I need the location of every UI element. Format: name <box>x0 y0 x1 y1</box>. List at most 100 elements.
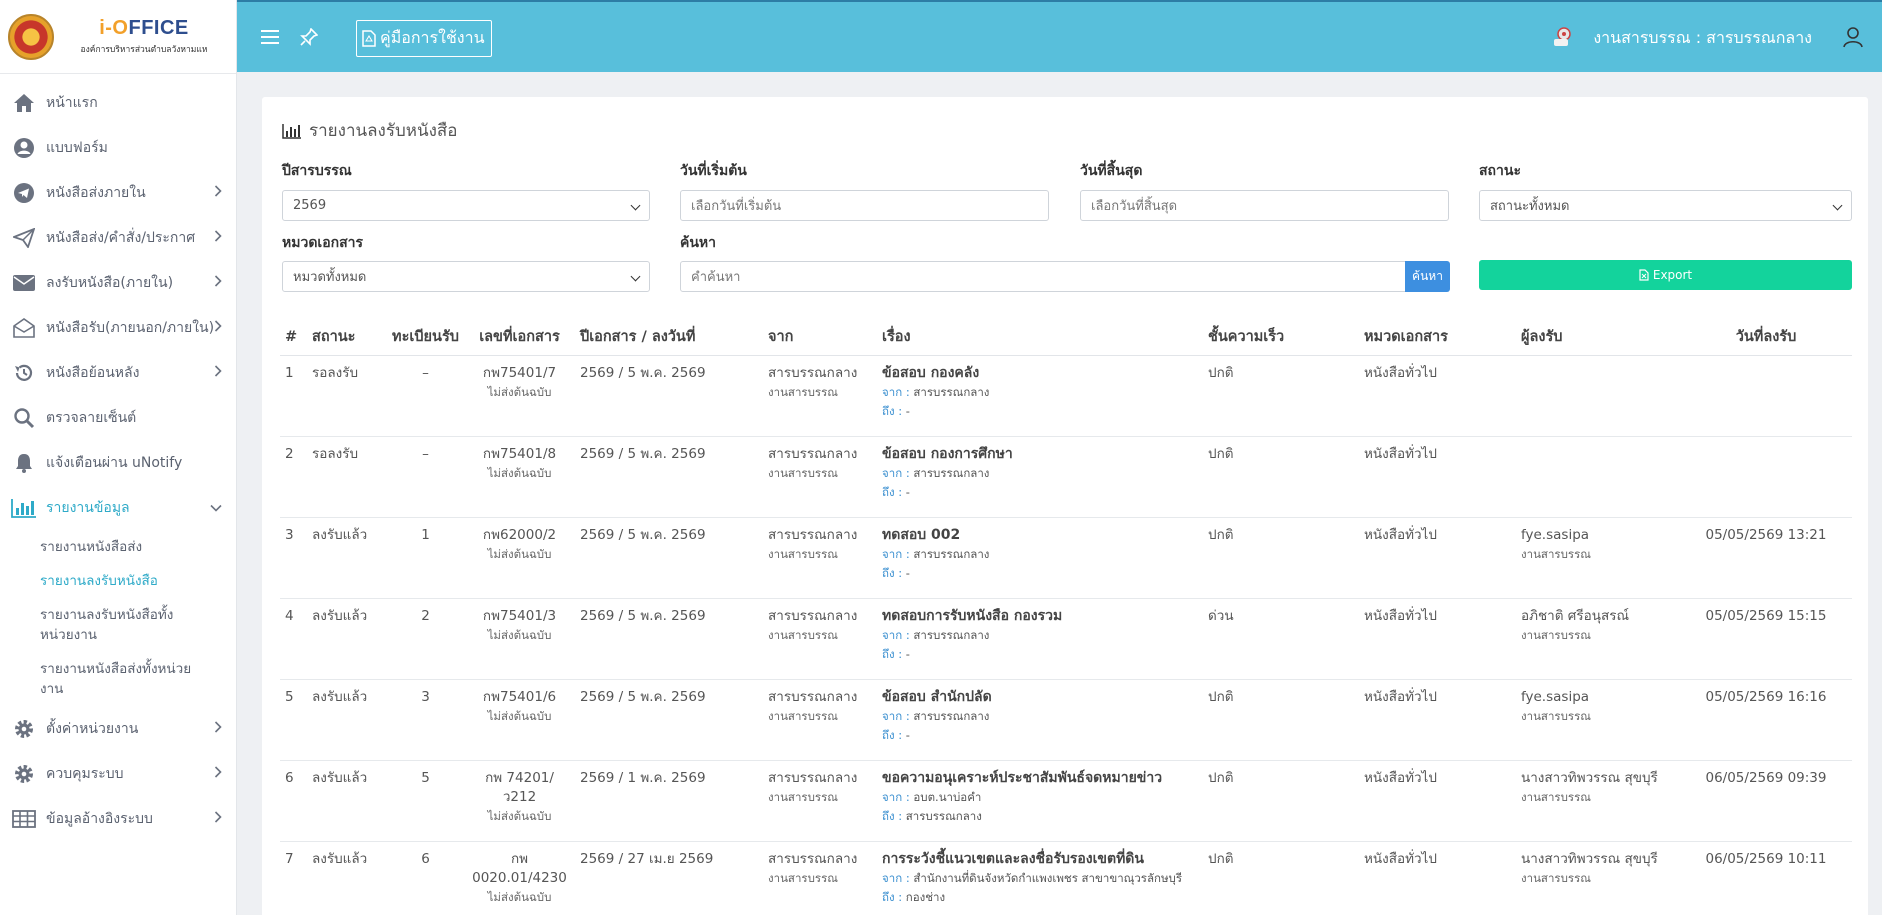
end-date-input[interactable]: เลือกวันที่สิ้นสุด <box>1080 190 1449 221</box>
search-button[interactable]: ค้นหา <box>1405 261 1450 292</box>
registration-number: 5 <box>387 760 464 842</box>
registration-number: 2 <box>387 598 464 680</box>
to-label: ถึง : <box>882 808 903 823</box>
report-submenu: รายงานหนังสือส่ง รายงานลงรับหนังสือ รายงาน… <box>0 530 236 706</box>
report-submenu-item[interactable]: รายงานลงรับหนังสือ <box>0 564 236 598</box>
from-office: สารบรรณกลาง <box>768 607 858 624</box>
column-header[interactable]: ทะเบียนรับ <box>387 319 464 356</box>
from-office: สารบรรณกลาง <box>768 850 858 867</box>
table-row[interactable]: 3 ลงรับแล้ว 1 กพ62000/2 ไม่ส่งต้นฉบับ 256… <box>280 517 1852 599</box>
receiver-unit: งานสารบรรณ <box>1521 627 1591 642</box>
document-category: หนังสือทั่วไป <box>1359 760 1516 842</box>
sidebar-menu: หน้าแรก แบบฟอร์ม หนังสือส่งภายใน หนังสือ… <box>0 74 236 841</box>
table-row[interactable]: 5 ลงรับแล้ว 3 กพ75401/6 ไม่ส่งต้นฉบับ 256… <box>280 679 1852 761</box>
sidebar-item-label: หนังสือส่ง/คำสั่ง/ประกาศ <box>46 229 196 246</box>
subject-from: สารบรรณกลาง <box>913 384 990 399</box>
start-date-input[interactable]: เลือกวันที่เริ่มต้น <box>680 190 1049 221</box>
report-submenu-item[interactable]: รายงานลงรับหนังสือทั้งหน่วยงาน <box>0 598 200 652</box>
report-submenu-item[interactable]: รายงานหนังสือส่ง <box>0 530 236 564</box>
table-row[interactable]: 4 ลงรับแล้ว 2 กพ75401/3 ไม่ส่งต้นฉบับ 256… <box>280 598 1852 680</box>
category-select[interactable]: หมวดทั้งหมด <box>282 261 650 292</box>
from-office: สารบรรณกลาง <box>768 445 858 462</box>
user-profile-icon[interactable] <box>1842 26 1864 52</box>
receiver-unit: งานสารบรรณ <box>1521 708 1591 723</box>
user-circle-icon <box>11 135 37 161</box>
sidebar-item-label: หนังสือส่งภายใน <box>46 184 146 201</box>
sidebar-item-7[interactable]: ตรวจลายเซ็นต์ <box>0 395 236 440</box>
from-label: จาก : <box>882 546 910 561</box>
pdf-file-icon <box>362 30 376 47</box>
document-subject-link[interactable]: ข้อสอบ สำนักปลัด <box>882 688 1198 707</box>
speed-level: ปกติ <box>1203 760 1359 842</box>
home-icon <box>11 90 37 116</box>
document-subject-link[interactable]: ข้อสอบ กองคลัง <box>882 364 1198 383</box>
excel-file-icon <box>1639 269 1649 281</box>
table-body: 1 รอลงรับ – กพ75401/7 ไม่ส่งต้นฉบับ 2569 … <box>280 355 1852 915</box>
row-status: ลงรับแล้ว <box>307 679 387 761</box>
column-header[interactable]: เลขที่เอกสาร <box>464 319 575 356</box>
sidebar-item-9[interactable]: รายงานข้อมูล <box>0 485 236 530</box>
sidebar-item-5[interactable]: หนังสือรับ(ภายนอก/ภายใน) <box>0 305 236 350</box>
sidebar-item-3[interactable]: หนังสือส่ง/คำสั่ง/ประกาศ <box>0 215 236 260</box>
column-header[interactable]: เรื่อง <box>877 319 1203 356</box>
document-subject-link[interactable]: ข้อสอบ กองการศึกษา <box>882 445 1198 464</box>
column-header[interactable]: วันที่ลงรับ <box>1680 319 1852 356</box>
to-label: ถึง : <box>882 727 903 742</box>
sidebar-item-2[interactable]: หนังสือส่งภายใน <box>0 170 236 215</box>
sidebar-bottom-item-2[interactable]: ข้อมูลอ้างอิงระบบ <box>0 796 236 841</box>
document-subject-link[interactable]: ทดสอบการรับหนังสือ กองรวม <box>882 607 1198 626</box>
user-unit-label[interactable]: งานสารบรรณ : สารบรรณกลาง <box>1593 26 1812 51</box>
notification-avatar-icon[interactable] <box>1551 26 1573 52</box>
from-unit: งานสารบรรณ <box>768 789 838 804</box>
column-header[interactable]: จาก <box>763 319 877 356</box>
status-select[interactable]: สถานะทั้งหมด <box>1479 190 1852 221</box>
bell-icon <box>11 450 37 476</box>
envelope-open-icon <box>11 315 37 341</box>
document-subject-link[interactable]: ขอความอนุเคราะห์ประชาสัมพันธ์จดหมายข่าว <box>882 769 1198 788</box>
column-header[interactable]: ชั้นความเร็ว <box>1203 319 1359 356</box>
document-note: ไม่ส่งต้นฉบับ <box>487 889 552 904</box>
sidebar-item-1[interactable]: แบบฟอร์ม <box>0 125 236 170</box>
sidebar-item-6[interactable]: หนังสือย้อนหลัง <box>0 350 236 395</box>
topbar: คู่มือการใช้งาน งานสารบรรณ : สารบรรณกลาง <box>237 0 1882 72</box>
sidebar-item-0[interactable]: หน้าแรก <box>0 80 236 125</box>
sidebar-bottom-item-1[interactable]: ควบคุมระบบ <box>0 751 236 796</box>
registration-number: 6 <box>387 841 464 915</box>
chevron-right-icon <box>214 810 222 827</box>
table-row[interactable]: 6 ลงรับแล้ว 5 กพ 74201/ว212 ไม่ส่งต้นฉบับ… <box>280 760 1852 842</box>
export-button[interactable]: Export <box>1479 260 1852 290</box>
column-header[interactable]: สถานะ <box>307 319 387 356</box>
registration-number: – <box>387 355 464 437</box>
sidebar-bottom-item-0[interactable]: ตั้งค่าหน่วยงาน <box>0 706 236 751</box>
from-unit: งานสารบรรณ <box>768 708 838 723</box>
search-input[interactable]: คำค้นหา <box>680 261 1406 292</box>
subject-to: กองช่าง <box>905 889 946 904</box>
sidebar-item-4[interactable]: ลงรับหนังสือ(ภายใน) <box>0 260 236 305</box>
receiver-name: นางสาวทิพวรรณ สุขบุรี <box>1521 850 1658 867</box>
row-status: รอลงรับ <box>307 436 387 518</box>
brand[interactable]: i-OFFICE องค์การบริหารส่วนตำบลวังหามแห <box>0 0 236 74</box>
user-manual-label: คู่มือการใช้งาน <box>380 28 485 47</box>
report-submenu-item[interactable]: รายงานหนังสือส่งทั้งหน่วยงาน <box>0 652 200 706</box>
sidebar-item-8[interactable]: แจ้งเตือนผ่าน uNotify <box>0 440 236 485</box>
column-header[interactable]: ปีเอกสาร / ลงวันที่ <box>575 319 763 356</box>
table-row[interactable]: 7 ลงรับแล้ว 6 กพ 0020.01/4230 ไม่ส่งต้นฉบ… <box>280 841 1852 915</box>
document-subject-link[interactable]: การระวังชี้แนวเขตและลงชื่อรับรองเขตที่ดิ… <box>882 850 1198 869</box>
table-row[interactable]: 2 รอลงรับ – กพ75401/8 ไม่ส่งต้นฉบับ 2569 … <box>280 436 1852 518</box>
subject-to: สารบรรณกลาง <box>905 808 982 823</box>
column-header[interactable]: ผู้ลงรับ <box>1516 319 1680 356</box>
document-date: 2569 / 1 พ.ค. 2569 <box>575 760 763 842</box>
from-office: สารบรรณกลาง <box>768 364 858 381</box>
year-select[interactable]: 2569 <box>282 190 650 221</box>
document-note: ไม่ส่งต้นฉบับ <box>487 627 552 642</box>
document-subject-link[interactable]: ทดสอบ 002 <box>882 526 1198 545</box>
pin-icon[interactable] <box>292 20 326 54</box>
user-manual-button[interactable]: คู่มือการใช้งาน <box>356 20 492 57</box>
table-row[interactable]: 1 รอลงรับ – กพ75401/7 ไม่ส่งต้นฉบับ 2569 … <box>280 355 1852 437</box>
chevron-right-icon <box>214 229 222 246</box>
subject-from: สารบรรณกลาง <box>913 627 990 642</box>
hamburger-menu-icon[interactable] <box>253 20 287 54</box>
sidebar-item-label: แจ้งเตือนผ่าน uNotify <box>46 454 183 471</box>
column-header[interactable]: หมวดเอกสาร <box>1359 319 1516 356</box>
column-header[interactable]: # <box>280 319 307 356</box>
